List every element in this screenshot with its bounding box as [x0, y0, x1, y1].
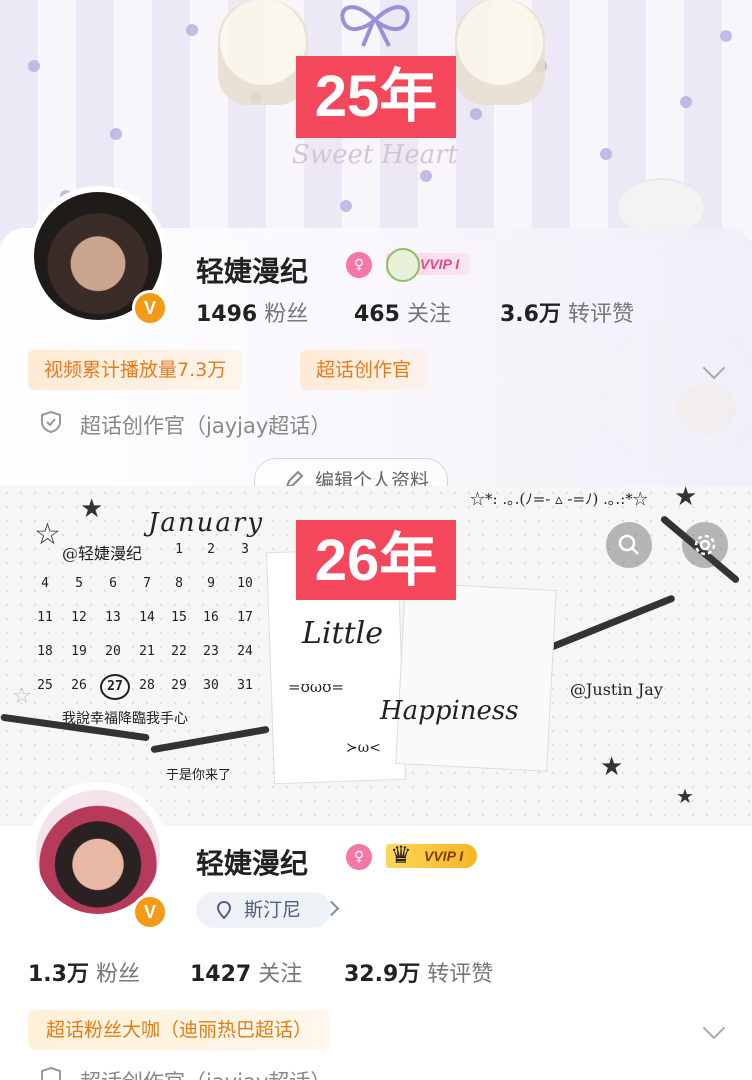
- calendar-day: 25: [37, 678, 53, 693]
- video-plays-tag[interactable]: 视频累计播放量7.3万: [28, 350, 243, 390]
- calendar-day: 22: [171, 644, 187, 659]
- role-text: 超话创作官（jayjay超话）: [80, 1066, 331, 1080]
- supertopic-fan-tag[interactable]: 超话粉丝大咖（迪丽热巴超话）: [28, 1010, 331, 1050]
- bear-illustration: [455, 0, 545, 105]
- verified-badge-icon: V: [132, 290, 168, 326]
- calendar-day: 30: [203, 678, 219, 693]
- shield-icon: [41, 1066, 61, 1080]
- calendar-day: 31: [237, 678, 253, 693]
- notebook-page: [395, 582, 557, 772]
- banner-script: Sweet Heart: [292, 140, 458, 170]
- verified-badge-icon: V: [132, 894, 168, 930]
- calendar-grid: @轻婕漫纪 1 2 3 4 5 6 7 8 9 10 11 12 13 14 1…: [0, 486, 270, 726]
- bear-illustration: [218, 0, 308, 105]
- location-label: 斯汀尼: [244, 899, 302, 921]
- calendar-day: 9: [207, 576, 215, 591]
- calendar-caption-2: 于是你来了: [166, 768, 232, 783]
- calendar-day: 28: [139, 678, 155, 693]
- settings-button[interactable]: [682, 522, 728, 568]
- star-icon: ★: [674, 486, 698, 512]
- calendar-day: 29: [171, 678, 187, 693]
- profile-2025-panel: Sweet Heart 25年 V 轻婕漫纪 ♀ VVIP I 1496 粉丝 …: [0, 0, 752, 486]
- vip-avatar-icon: [386, 248, 420, 282]
- female-icon: ♀: [346, 844, 372, 870]
- happiness-text: Happiness: [380, 696, 519, 726]
- profile-2026-panel: ★ ☆ ★ ★ ★ ★ ☆ ☆*: .｡.(ﾉ=- ▵ -=ﾉ) .｡.:*☆ …: [0, 486, 752, 1080]
- calendar-day: 13: [105, 610, 121, 625]
- credit-text: @Justin Jay: [570, 680, 663, 699]
- followers-stat[interactable]: 1.3万 粉丝: [28, 956, 140, 988]
- settings-icon: [694, 534, 716, 556]
- shield-icon: [41, 410, 61, 434]
- following-stat[interactable]: 465 关注: [354, 296, 451, 328]
- following-stat[interactable]: 1427 关注: [190, 956, 302, 988]
- calendar-handle: @轻婕漫纪: [62, 544, 143, 563]
- calendar-day: 14: [139, 610, 155, 625]
- calendar-day: 23: [203, 644, 219, 659]
- crown-icon: ♛: [390, 841, 412, 869]
- edit-profile-label: 编辑个人资料: [315, 470, 430, 486]
- calendar-day: 20: [105, 644, 121, 659]
- calendar-day: 18: [37, 644, 53, 659]
- search-icon: [618, 534, 639, 555]
- little-text: Little: [302, 616, 383, 651]
- calendar-day: 4: [41, 576, 49, 591]
- calendar-day: 5: [75, 576, 83, 591]
- calendar-day: 8: [175, 576, 183, 591]
- role-text: 超话创作官（jayjay超话）: [80, 414, 332, 438]
- calendar-day: 17: [237, 610, 253, 625]
- likes-stat[interactable]: 3.6万 转评赞: [500, 296, 634, 328]
- female-icon: ♀: [346, 252, 372, 278]
- year-badge: 25年: [296, 56, 456, 138]
- username: 轻婕漫纪: [196, 847, 309, 880]
- calendar-day: 12: [71, 610, 87, 625]
- calendar-day: 7: [143, 576, 151, 591]
- calendar-day: 1: [175, 542, 183, 557]
- calendar-day: 24: [237, 644, 253, 659]
- face-text-2: ≻ω<: [346, 740, 381, 756]
- calendar-day: 11: [37, 610, 53, 625]
- chevron-down-icon[interactable]: [702, 1016, 726, 1040]
- year-badge: 26年: [296, 520, 456, 600]
- calendar-day: 15: [171, 610, 187, 625]
- calendar-caption: 我說幸福降臨我手心: [62, 711, 188, 727]
- calendar-day: 2: [207, 542, 215, 557]
- star-icon: ★: [600, 752, 624, 782]
- calendar-day: 3: [241, 542, 249, 557]
- kaomoji: ☆*: .｡.(ﾉ=- ▵ -=ﾉ) .｡.:*☆: [470, 490, 648, 508]
- calendar-day: 16: [203, 610, 219, 625]
- face-text: =ʊωʊ=: [288, 678, 344, 696]
- calendar-day: 6: [109, 576, 117, 591]
- search-button[interactable]: [606, 522, 652, 568]
- star-icon: ★: [676, 784, 694, 808]
- followers-stat[interactable]: 1496 粉丝: [196, 296, 308, 328]
- calendar-day: 26: [71, 678, 87, 693]
- ribbon-bow-icon: [340, 5, 410, 47]
- location-icon: [216, 900, 232, 920]
- calendar-day: 10: [237, 576, 253, 591]
- calendar-highlight: 27: [100, 674, 130, 700]
- likes-stat[interactable]: 32.9万 转评赞: [344, 956, 493, 988]
- calendar-day: 21: [139, 644, 155, 659]
- supertopic-creator-tag[interactable]: 超话创作官: [300, 350, 428, 390]
- pencil-icon: [286, 470, 304, 486]
- username: 轻婕漫纪: [196, 255, 309, 288]
- calendar-day: 19: [71, 644, 87, 659]
